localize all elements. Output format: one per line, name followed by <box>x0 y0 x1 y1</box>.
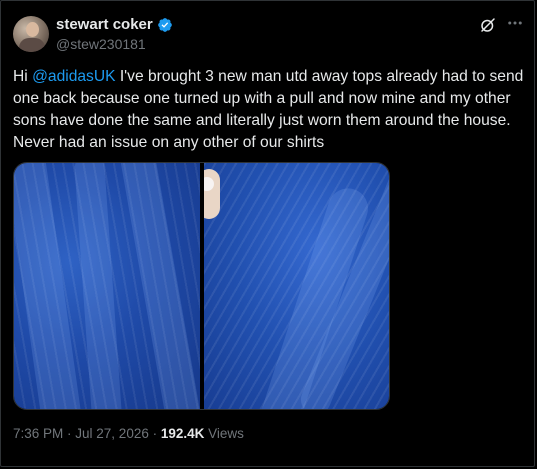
views-count: 192.4K <box>160 426 205 441</box>
tweet-date[interactable]: Jul 27, 2026 <box>75 426 149 441</box>
finger-shape <box>203 169 220 219</box>
mention-link[interactable]: @adidasUK <box>32 68 115 85</box>
jersey-fabric-photo-right[interactable] <box>203 163 389 409</box>
avatar-face <box>26 22 39 37</box>
avatar[interactable] <box>13 16 49 52</box>
jersey-fabric-photo-left[interactable] <box>14 163 200 409</box>
author-handle[interactable]: @stew230181 <box>56 36 146 52</box>
tweet-card: stewart coker @stew230181 Hi @adidasUK I… <box>0 0 535 467</box>
author-display-name[interactable]: stewart coker <box>56 16 153 33</box>
tweet-greeting: Hi <box>13 68 33 85</box>
tweet-text: Hi @adidasUK I've brought 3 new man utd … <box>13 66 525 154</box>
media-gallery <box>13 162 390 410</box>
tweet-time[interactable]: 7:36 PM <box>13 426 63 441</box>
views-label: Views <box>204 426 244 441</box>
author-name-row: stewart coker <box>56 16 173 33</box>
verified-badge-icon <box>157 17 173 33</box>
grok-icon[interactable] <box>479 16 497 34</box>
avatar-shirt <box>19 38 45 52</box>
tweet-meta: 7:36 PM · Jul 27, 2026 · 192.4K Views <box>13 426 244 441</box>
more-options-icon[interactable] <box>506 14 524 32</box>
